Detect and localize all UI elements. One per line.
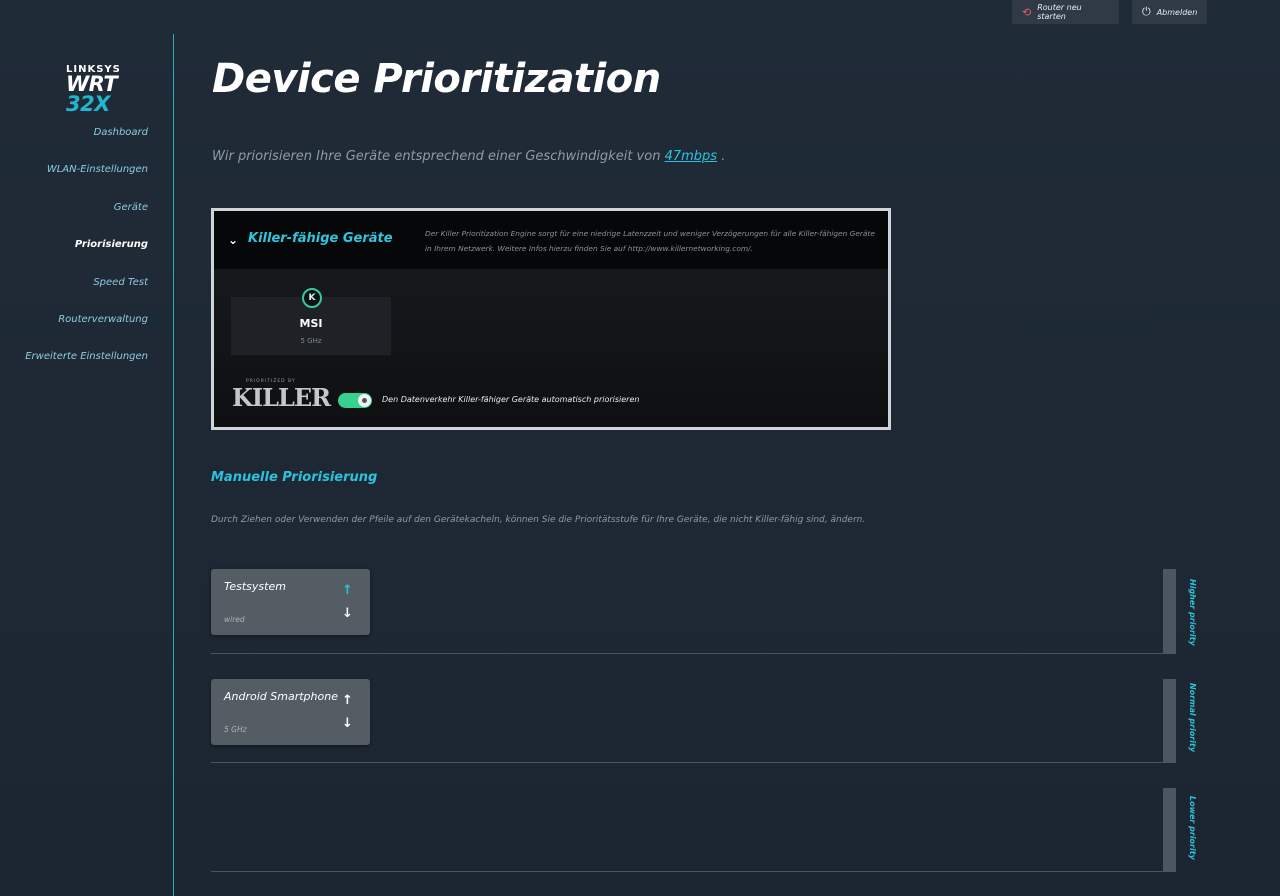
sidebar-item-advanced-settings[interactable]: Erweiterte Einstellungen — [25, 351, 148, 362]
lane-bar-normal — [1163, 679, 1176, 763]
killer-panel-title: Killer-fähige Geräte — [248, 231, 393, 246]
lane-label-normal: Normal priority — [1188, 683, 1197, 753]
lane-bar-lower — [1163, 788, 1176, 872]
device-card-testsystem[interactable]: Testsystem wired ↑ ↓ — [211, 569, 370, 635]
killer-device-icon: K — [302, 288, 322, 308]
page-title: Device Prioritization — [212, 56, 661, 102]
sidebar-item-prioritization[interactable]: Priorisierung — [75, 239, 148, 250]
arrow-down-icon[interactable]: ↓ — [342, 716, 353, 731]
power-icon: ⏻ — [1142, 5, 1151, 18]
auto-prioritize-label: Den Datenverkehr Killer-fähiger Geräte a… — [382, 395, 640, 404]
lane-label-higher: Higher priority — [1188, 579, 1197, 646]
lane-bar-higher — [1163, 569, 1176, 654]
restart-router-button[interactable]: ⟲ Router neu starten — [1012, 0, 1119, 24]
chevron-down-icon[interactable]: ⌄ — [228, 233, 238, 247]
logout-label: Abmelden — [1156, 7, 1198, 17]
sidebar-item-router-admin[interactable]: Routerverwaltung — [58, 314, 148, 325]
killer-panel-description: Der Killer Prioritization Engine sorgt f… — [425, 229, 875, 253]
device-name: Testsystem — [224, 580, 286, 593]
killer-devices-panel: ⌄ Killer-fähige Geräte Der Killer Priori… — [211, 208, 891, 430]
killer-logo-text: KILLER — [232, 383, 331, 412]
device-type: wired — [224, 615, 245, 624]
toggle-knob — [358, 394, 371, 407]
restart-router-label: Router neu starten — [1037, 3, 1082, 21]
arrow-up-icon[interactable]: ↑ — [342, 583, 353, 598]
lane-divider-lower — [211, 871, 1163, 872]
killer-device-name: MSI — [299, 317, 323, 330]
subtitle-suffix: . — [717, 149, 726, 164]
auto-prioritize-toggle[interactable] — [338, 393, 372, 408]
device-type: 5 GHz — [224, 725, 247, 734]
sidebar-item-devices[interactable]: Geräte — [114, 202, 148, 213]
manual-prioritization-title: Manuelle Priorisierung — [211, 470, 378, 485]
logo-model: WRT 32X — [66, 74, 156, 116]
sidebar-divider — [173, 34, 174, 896]
logout-button[interactable]: ⏻ Abmelden — [1132, 0, 1207, 24]
sidebar-item-wlan-settings[interactable]: WLAN-Einstellungen — [47, 164, 148, 175]
killer-logo: PRIORITIZED BY KILLER — [232, 379, 331, 413]
linksys-logo: LINKSYS WRT 32X — [66, 64, 156, 116]
killer-device-band: 5 GHz — [300, 337, 322, 345]
killer-panel-header[interactable]: ⌄ Killer-fähige Geräte Der Killer Priori… — [214, 211, 888, 269]
lane-divider-normal — [211, 762, 1163, 763]
sidebar-item-speed-test[interactable]: Speed Test — [93, 277, 148, 288]
device-name: Android Smartphone — [224, 690, 338, 703]
logo-model-number: 32X — [66, 92, 110, 116]
restart-icon: ⟲ — [1022, 5, 1032, 19]
speed-link[interactable]: 47mbps — [665, 149, 717, 164]
arrow-up-icon[interactable]: ↑ — [342, 693, 353, 708]
sidebar-item-dashboard[interactable]: Dashboard — [94, 127, 148, 138]
lane-label-lower: Lower priority — [1188, 796, 1197, 860]
lane-divider-higher — [211, 653, 1163, 654]
device-card-android-smartphone[interactable]: Android Smartphone 5 GHz ↑ ↓ — [211, 679, 370, 745]
killer-panel-body: K MSI 5 GHz PRIORITIZED BY KILLER Den Da… — [214, 269, 888, 427]
arrow-down-icon[interactable]: ↓ — [342, 606, 353, 621]
subtitle-text: Wir priorisieren Ihre Geräte entsprechen… — [212, 149, 661, 164]
manual-prioritization-description: Durch Ziehen oder Verwenden der Pfeile a… — [211, 515, 866, 525]
page-subtitle: Wir priorisieren Ihre Geräte entsprechen… — [212, 149, 725, 164]
killer-device-card: K MSI 5 GHz — [231, 288, 391, 355]
